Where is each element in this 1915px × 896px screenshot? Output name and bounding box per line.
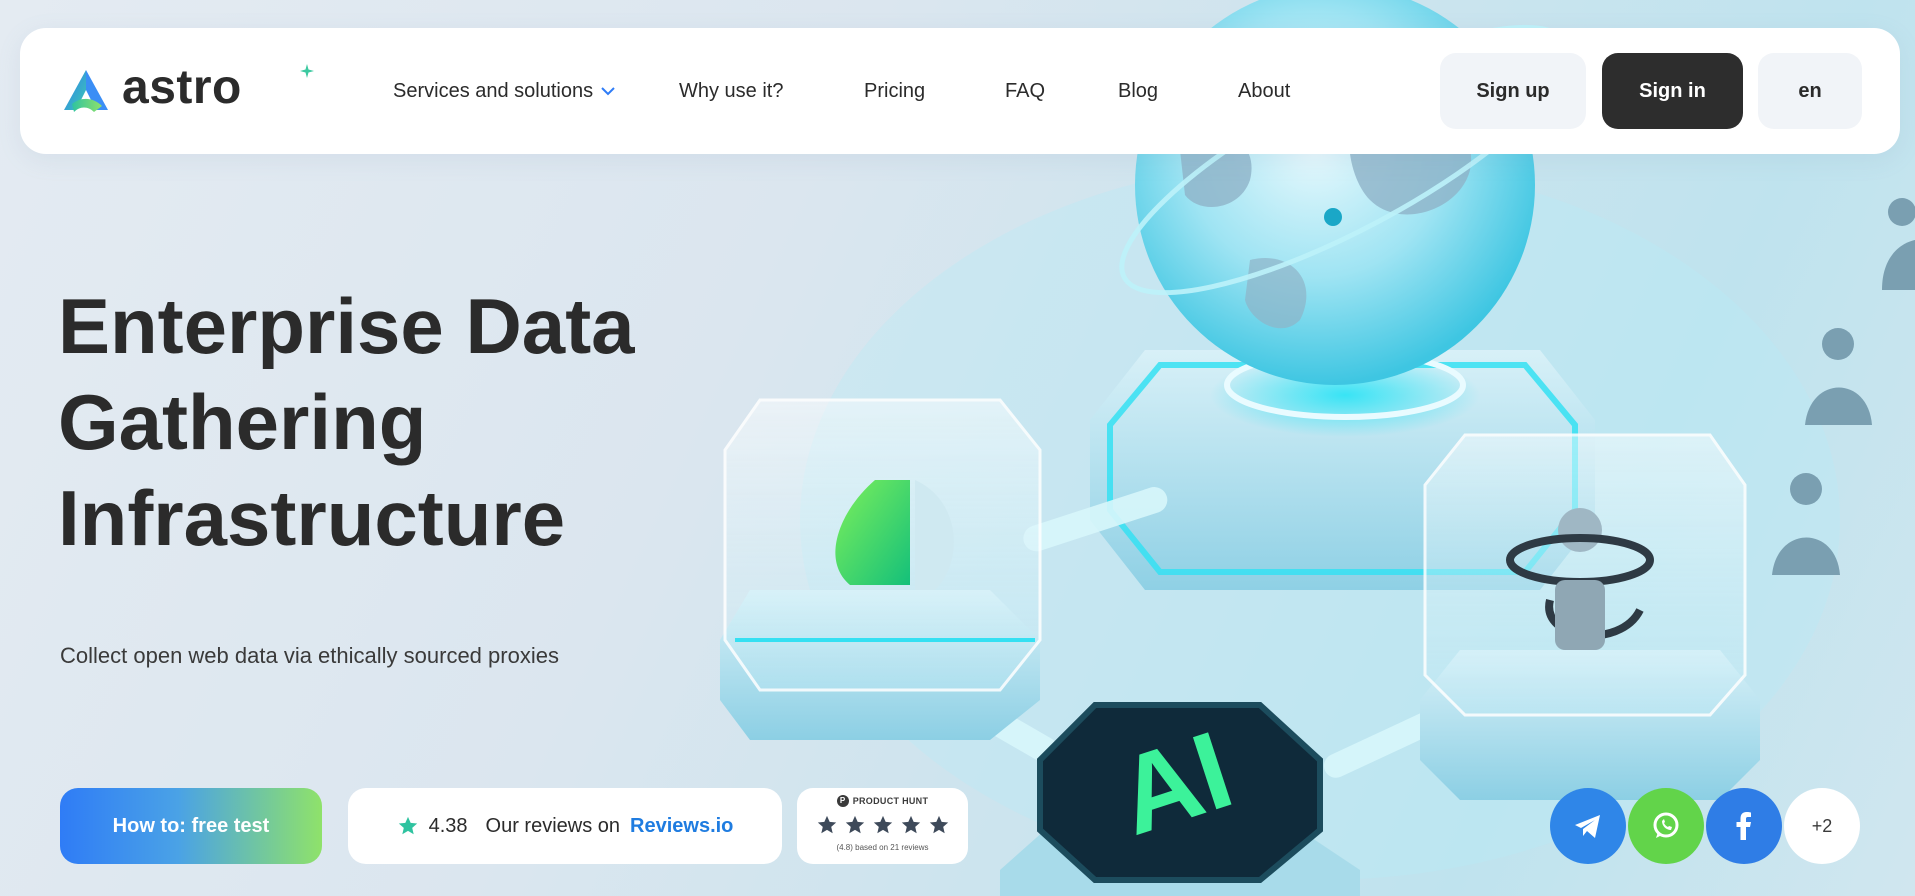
hero-title: Enterprise Data Gathering Infrastructure: [58, 278, 778, 566]
product-hunt-badge[interactable]: P PRODUCT HUNT (4.8) based on 21 reviews: [797, 788, 968, 864]
facebook-button[interactable]: [1706, 788, 1782, 864]
nav-item-label: FAQ: [1005, 79, 1046, 102]
star-icon: [845, 815, 864, 834]
nav-item-faq[interactable]: FAQ: [1005, 80, 1118, 103]
hero-title-line: Gathering: [58, 378, 427, 466]
hero-title-line: Enterprise Data: [58, 282, 635, 370]
nav-item-label: Why use it?: [679, 79, 784, 102]
review-rating: 4.38: [428, 814, 468, 837]
nav-item-label: Blog: [1118, 79, 1159, 102]
chevron-down-icon: [601, 86, 615, 95]
nav-item-blog[interactable]: Blog: [1118, 80, 1238, 103]
star-icon: [929, 815, 948, 834]
whatsapp-button[interactable]: [1628, 788, 1704, 864]
sign-in-button[interactable]: Sign in: [1602, 53, 1743, 129]
star-icon: [873, 815, 892, 834]
sparkle-icon: [300, 64, 314, 78]
nav-item-pricing[interactable]: Pricing: [864, 80, 1005, 103]
nav-item-services[interactable]: Services and solutions: [393, 80, 679, 103]
hero-title-line: Infrastructure: [58, 474, 566, 562]
reviews-io-link[interactable]: Reviews.io: [630, 815, 733, 838]
nav-item-about[interactable]: About: [1238, 80, 1318, 103]
star-icon: [398, 816, 417, 835]
main-nav: Services and solutions Why use it? Prici…: [393, 28, 1318, 154]
ai-label: AI: [1103, 708, 1246, 859]
reviews-badge[interactable]: 4.38 Our reviews on Reviews.io: [348, 788, 782, 864]
site-header: astro Services and solutions Why use it?…: [20, 28, 1900, 154]
facebook-icon: [1736, 812, 1751, 840]
star-icon: [901, 815, 920, 834]
whatsapp-icon: [1653, 812, 1679, 838]
free-test-button[interactable]: How to: free test: [60, 788, 322, 864]
astro-logo-icon: [64, 70, 108, 112]
telegram-button[interactable]: [1550, 788, 1626, 864]
language-selector[interactable]: en: [1758, 53, 1862, 129]
product-hunt-footer: (4.8) based on 21 reviews: [836, 843, 929, 852]
hero-subtitle: Collect open web data via ethically sour…: [60, 643, 559, 668]
nav-item-label: Pricing: [864, 79, 926, 102]
product-hunt-icon: P: [836, 795, 849, 807]
rating-stars: [797, 814, 968, 836]
brand-logo[interactable]: astro: [60, 61, 314, 114]
star-icon: [817, 815, 836, 834]
product-hunt-label: PRODUCT HUNT: [852, 796, 929, 806]
nav-item-label: About: [1238, 79, 1291, 102]
more-social-button[interactable]: +2: [1784, 788, 1860, 864]
nav-item-label: Services and solutions: [393, 79, 594, 102]
brand-name: astro: [122, 61, 242, 114]
nav-item-why-use-it[interactable]: Why use it?: [679, 80, 864, 103]
telegram-icon: [1575, 815, 1600, 838]
review-text: Our reviews on: [485, 814, 621, 837]
sign-up-button[interactable]: Sign up: [1440, 53, 1586, 129]
